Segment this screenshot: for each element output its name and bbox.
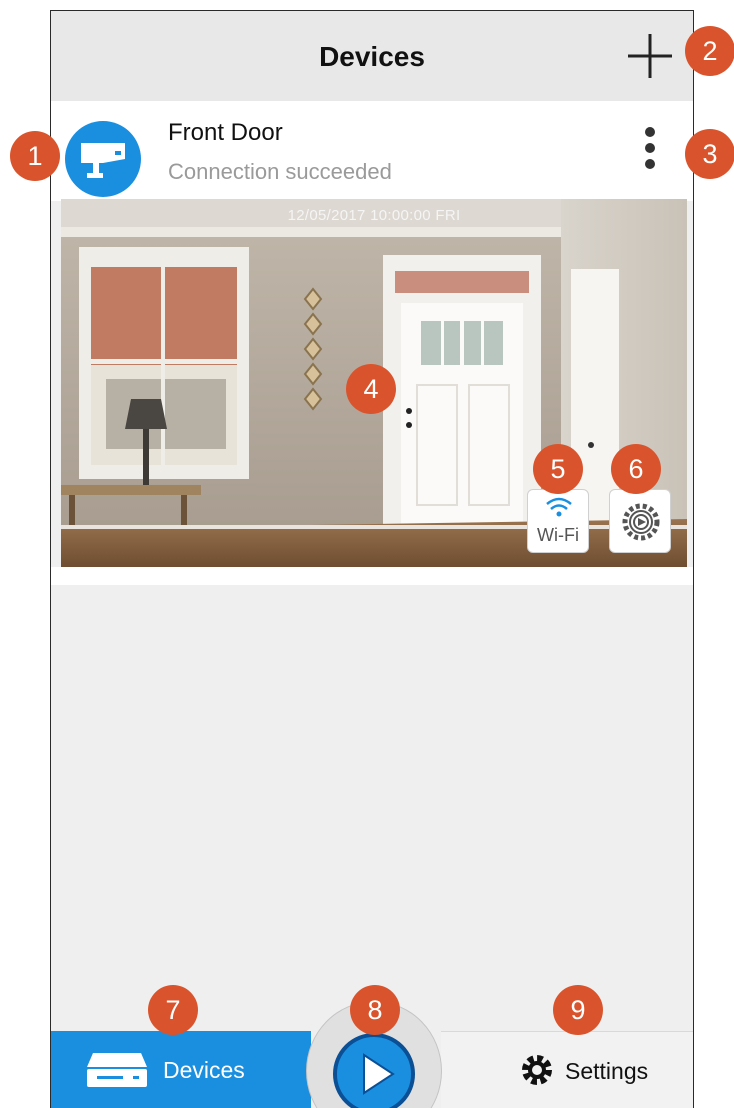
device-name: Front Door (168, 119, 283, 146)
play-icon (363, 1053, 395, 1095)
device-avatar[interactable] (65, 121, 141, 197)
wifi-button[interactable]: Wi-Fi (527, 489, 589, 553)
card-footer (51, 567, 693, 585)
add-device-button[interactable] (625, 31, 675, 81)
callout-marker-8: 8 (350, 985, 400, 1035)
timestamp-overlay: 12/05/2017 10:00:00 FRI (287, 207, 461, 224)
callout-marker-1: 1 (10, 131, 60, 181)
tab-devices[interactable]: Devices (51, 1031, 311, 1108)
callout-marker-9: 9 (553, 985, 603, 1035)
callout-marker-4: 4 (346, 364, 396, 414)
camera-settings-button[interactable] (609, 489, 671, 553)
callout-marker-5: 5 (533, 444, 583, 494)
more-vertical-icon-dot (645, 159, 655, 169)
gear-icon (622, 503, 660, 541)
wifi-icon (546, 497, 572, 517)
more-vertical-icon-dot (645, 143, 655, 153)
device-list-item[interactable] (51, 101, 693, 201)
callout-marker-6: 6 (611, 444, 661, 494)
tab-settings-label: Settings (565, 1058, 649, 1084)
page-title: Devices (319, 41, 425, 72)
more-options-button[interactable] (635, 127, 665, 177)
device-status: Connection succeeded (168, 159, 392, 184)
plus-icon (628, 34, 672, 78)
callout-marker-3: 3 (685, 129, 734, 179)
dvr-icon (87, 1053, 147, 1087)
callout-marker-2: 2 (685, 26, 734, 76)
tab-devices-label: Devices (163, 1057, 245, 1083)
security-camera-icon (81, 143, 125, 178)
app-screen: Devices Front Door Connection succeeded (50, 10, 694, 1108)
gear-icon (522, 1055, 552, 1085)
playback-button[interactable] (333, 1033, 415, 1108)
wifi-label: Wi-Fi (537, 525, 579, 545)
app-header: Devices (51, 11, 693, 101)
tab-settings[interactable]: Settings (441, 1031, 693, 1108)
callout-marker-7: 7 (148, 985, 198, 1035)
more-vertical-icon (645, 127, 655, 137)
